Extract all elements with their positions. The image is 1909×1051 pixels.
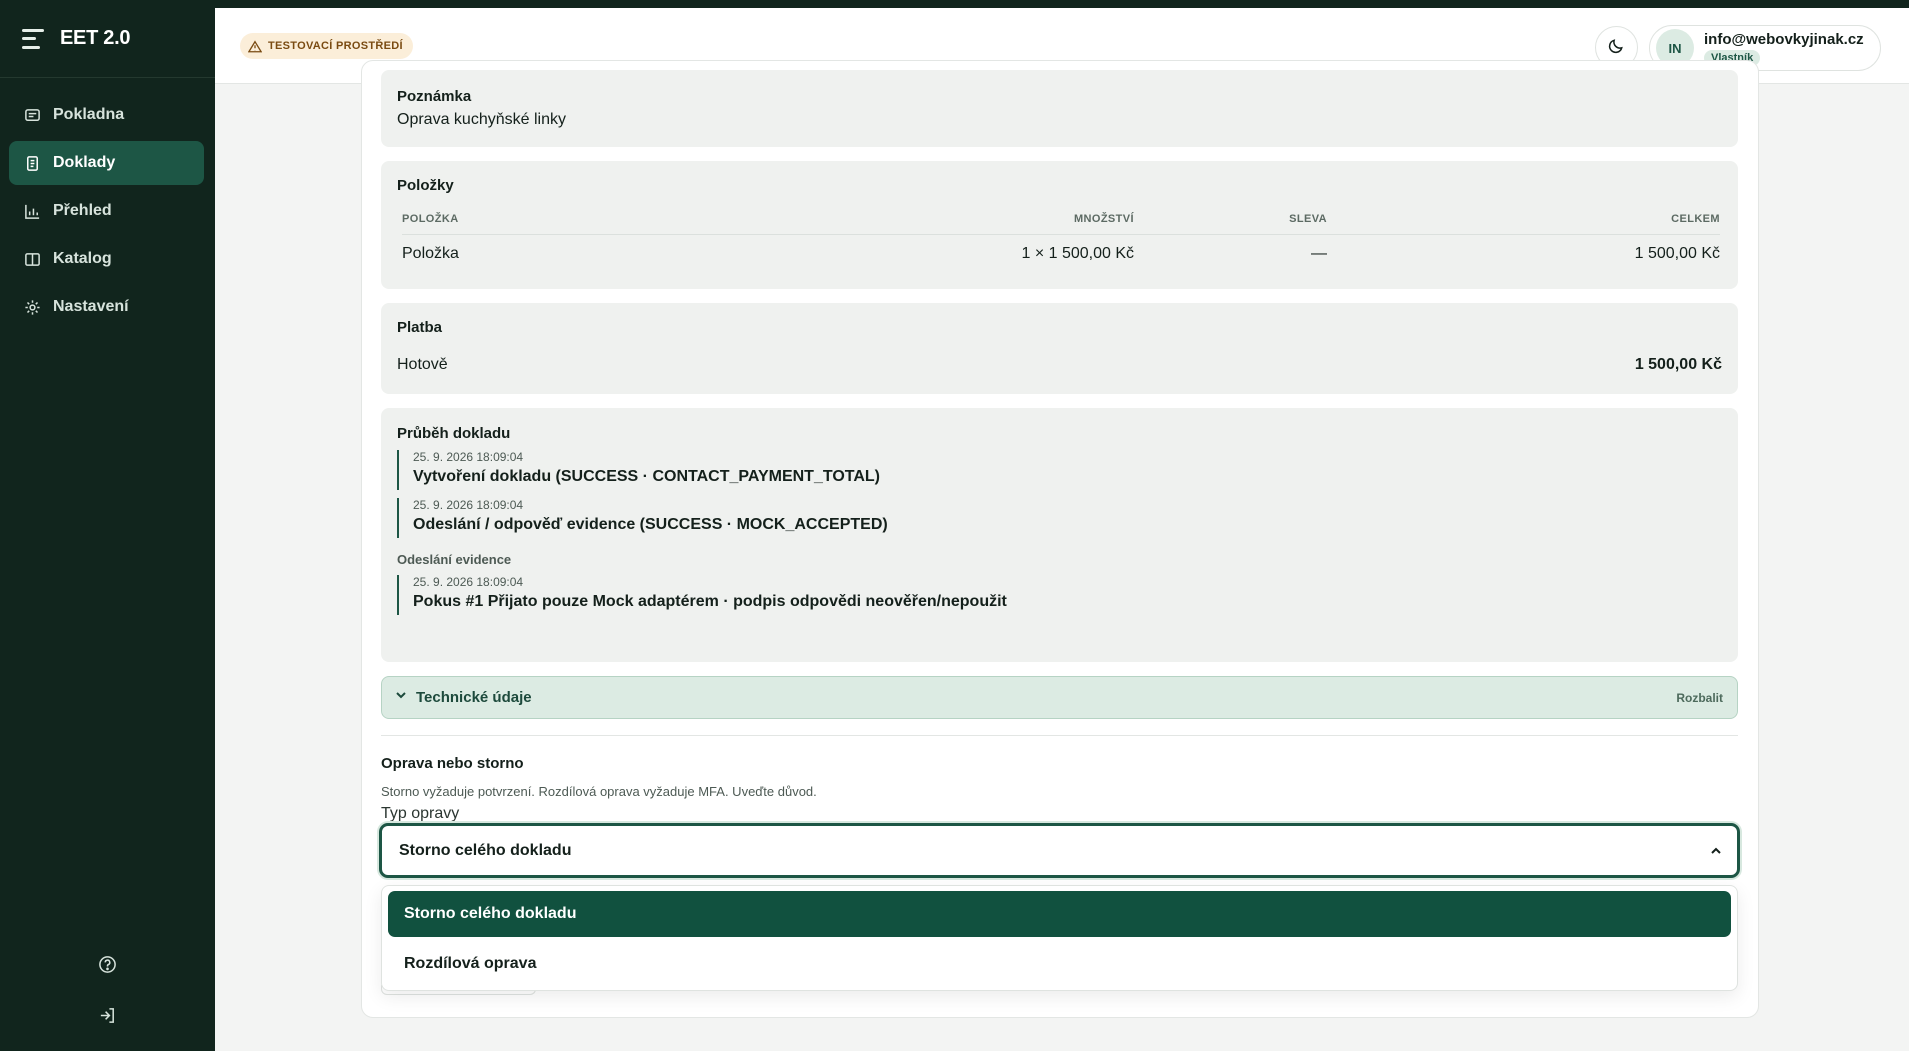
timeline-time: 25. 9. 2026 18:09:04 — [413, 450, 524, 464]
correction-help-text: Storno vyžaduje potvrzení. Rozdílová opr… — [381, 784, 817, 799]
gear-icon — [23, 298, 41, 316]
items-section: Položky POLOŽKA MNOŽSTVÍ SLEVA CELKEM Po… — [381, 161, 1738, 289]
column-header: CELKEM — [1327, 204, 1720, 235]
correction-type-dropdown: Storno celého dokladu Rozdílová oprava — [381, 885, 1738, 991]
environment-badge-label: TESTOVACÍ PROSTŘEDÍ — [268, 40, 403, 52]
timeline-text: Pokus #1 Přijato pouze Mock adaptérem · … — [413, 593, 1007, 610]
user-email: info@webovkyjinak.cz — [1704, 30, 1864, 48]
correction-type-label: Typ opravy — [381, 805, 460, 822]
technical-details-toggle[interactable]: Technické údaje Rozbalit — [381, 676, 1738, 719]
timeline-entry: 25. 9. 2026 18:09:04 Vytvoření dokladu (… — [397, 450, 1722, 490]
dropdown-option-rozdilova[interactable]: Rozdílová oprava — [388, 941, 1731, 987]
items-table: POLOŽKA MNOŽSTVÍ SLEVA CELKEM Položka 1 … — [402, 204, 1720, 274]
note-text: Oprava kuchyňské linky — [397, 111, 566, 128]
payment-method: Hotově — [397, 356, 448, 373]
item-name: Položka — [402, 245, 459, 263]
table-row: Položka 1 × 1 500,00 Kč — 1 500,00 Kč — [402, 234, 1720, 274]
sidebar-nav: Pokladna Doklady Přehled Katalog Nastave… — [9, 93, 204, 333]
sidebar-item-label: Přehled — [53, 202, 112, 219]
timeline-time: 25. 9. 2026 18:09:04 — [413, 498, 524, 512]
sidebar-item-label: Pokladna — [53, 106, 125, 123]
item-quantity: 1 × 1 500,00 Kč — [1021, 245, 1134, 263]
moon-icon — [1608, 37, 1625, 59]
timeline-text: Odeslání / odpověď evidence (SUCCESS · M… — [413, 516, 888, 533]
chevron-down-icon — [394, 688, 408, 707]
sidebar: EET 2.0 Pokladna Doklady Přehled Katalog — [0, 0, 215, 1051]
sidebar-item-pokladna[interactable]: Pokladna — [9, 93, 204, 137]
column-header: MNOŽSTVÍ — [782, 204, 1134, 235]
technical-details-title: Technické údaje — [416, 689, 532, 706]
brand: EET 2.0 — [0, 0, 215, 78]
receipt-icon — [23, 106, 41, 124]
timeline-section: Průběh dokladu 25. 9. 2026 18:09:04 Vytv… — [381, 408, 1738, 662]
timeline-time: 25. 9. 2026 18:09:04 — [413, 575, 524, 589]
select-value: Storno celého dokladu — [399, 841, 572, 859]
items-title: Položky — [397, 177, 454, 194]
logout-icon — [98, 1006, 117, 1030]
correction-type-select[interactable]: Storno celého dokladu — [379, 823, 1740, 878]
sidebar-item-label: Katalog — [53, 250, 112, 267]
payment-amount: 1 500,00 Kč — [1634, 356, 1722, 373]
book-icon — [23, 250, 41, 268]
expand-link[interactable]: Rozbalit — [1676, 691, 1723, 705]
environment-badge: TESTOVACÍ PROSTŘEDÍ — [240, 33, 413, 59]
timeline-group-label: Odeslání evidence — [397, 552, 512, 567]
note-section: Poznámka Oprava kuchyňské linky — [381, 70, 1738, 147]
top-strip — [0, 0, 1909, 8]
timeline-title: Průběh dokladu — [397, 425, 511, 442]
warning-icon — [248, 39, 262, 53]
note-title: Poznámka — [397, 88, 472, 105]
timeline-text: Vytvoření dokladu (SUCCESS · CONTACT_PAY… — [413, 468, 881, 485]
document-icon — [23, 154, 41, 172]
item-total: 1 500,00 Kč — [1634, 245, 1720, 263]
correction-title: Oprava nebo storno — [381, 755, 524, 772]
help-button[interactable] — [0, 955, 215, 979]
menu-icon[interactable] — [22, 28, 44, 49]
sidebar-item-nastaveni[interactable]: Nastavení — [9, 285, 204, 329]
payment-title: Platba — [397, 319, 443, 336]
sidebar-item-label: Nastavení — [53, 298, 129, 315]
timeline-entry: 25. 9. 2026 18:09:04 Pokus #1 Přijato po… — [397, 575, 1722, 615]
sidebar-item-label: Doklady — [53, 154, 116, 171]
item-discount: — — [1311, 245, 1327, 263]
sidebar-item-prehled[interactable]: Přehled — [9, 189, 204, 233]
chart-icon — [23, 202, 41, 220]
app-name: EET 2.0 — [60, 27, 131, 49]
timeline-entry: 25. 9. 2026 18:09:04 Odeslání / odpověď … — [397, 498, 1722, 538]
payment-section: Platba Hotově 1 500,00 Kč — [381, 303, 1738, 394]
help-icon — [98, 955, 117, 979]
logout-button[interactable] — [0, 1006, 215, 1030]
sidebar-item-katalog[interactable]: Katalog — [9, 237, 204, 281]
chevron-up-icon — [1709, 844, 1723, 858]
dropdown-option-storno[interactable]: Storno celého dokladu — [388, 891, 1731, 937]
divider — [381, 735, 1738, 736]
column-header: POLOŽKA — [402, 204, 782, 235]
sidebar-item-doklady[interactable]: Doklady — [9, 141, 204, 185]
column-header: SLEVA — [1134, 204, 1327, 235]
